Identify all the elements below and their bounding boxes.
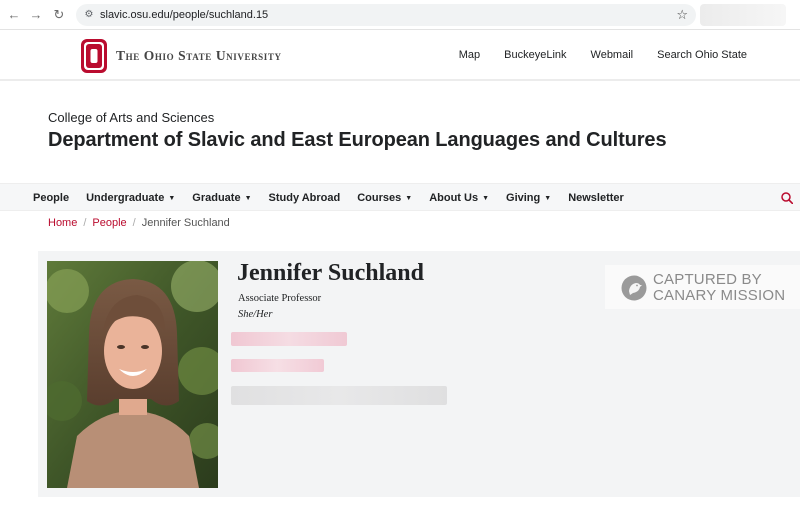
profile-title: Associate Professor — [238, 293, 322, 304]
breadcrumb-current: Jennifer Suchland — [141, 217, 230, 229]
breadcrumb: Home / People / Jennifer Suchland — [48, 217, 230, 229]
college-name[interactable]: College of Arts and Sciences — [48, 110, 214, 125]
profile-pronouns: She/Her — [238, 309, 273, 320]
nav-item-newsletter[interactable]: Newsletter — [568, 192, 624, 204]
main-navigation: People Undergraduate ▼ Graduate ▼ Study Ab… — [0, 183, 800, 211]
nav-item-people[interactable]: People — [33, 192, 69, 204]
bookmark-star-icon[interactable]: ☆ — [676, 7, 688, 23]
watermark-line-1: CAPTURED BY — [653, 271, 762, 288]
caret-down-icon: ▼ — [482, 195, 490, 202]
breadcrumb-separator: / — [132, 217, 136, 229]
osu-wordmark[interactable]: The Ohio State University — [116, 48, 282, 64]
caret-down-icon: ▼ — [544, 195, 552, 202]
nav-item-graduate[interactable]: Graduate ▼ — [192, 192, 251, 204]
url-text[interactable]: slavic.osu.edu/people/suchland.15 — [100, 8, 268, 22]
redacted-office-info — [231, 386, 447, 405]
nav-item-courses[interactable]: Courses ▼ — [357, 192, 412, 204]
watermark-line-2: CANARY MISSION — [653, 286, 786, 304]
back-arrow-icon[interactable]: ← — [6, 7, 22, 23]
osu-header: The Ohio State University Map BuckeyeLin… — [0, 31, 800, 81]
breadcrumb-people[interactable]: People — [92, 217, 126, 229]
canary-mission-watermark: CAPTURED BY CANARY MISSION — [605, 265, 800, 309]
browser-toolbar: ← → ↻ ⚙ slavic.osu.edu/people/suchland.1… — [0, 0, 800, 30]
profile-photo — [47, 261, 218, 488]
block-o-logo-icon[interactable] — [81, 39, 107, 73]
nav-item-study-abroad[interactable]: Study Abroad — [269, 192, 341, 204]
redacted-email-link[interactable] — [231, 332, 347, 346]
caret-down-icon: ▼ — [405, 195, 413, 202]
buckeyelink-link[interactable]: BuckeyeLink — [504, 49, 566, 61]
osu-global-links: Map BuckeyeLink Webmail Search Ohio Stat… — [459, 49, 747, 61]
address-bar[interactable]: ⚙ slavic.osu.edu/people/suchland.15 ☆ — [76, 4, 696, 26]
reload-icon[interactable]: ↻ — [51, 7, 67, 23]
caret-down-icon: ▼ — [168, 195, 176, 202]
search-icon[interactable] — [781, 192, 793, 204]
breadcrumb-home[interactable]: Home — [48, 217, 77, 229]
department-title[interactable]: Department of Slavic and East European L… — [48, 129, 667, 152]
nav-item-undergraduate[interactable]: Undergraduate ▼ — [86, 192, 175, 204]
caret-down-icon: ▼ — [244, 195, 252, 202]
breadcrumb-separator: / — [83, 217, 87, 229]
browser-profile-area[interactable] — [700, 4, 786, 26]
redacted-phone-link[interactable] — [231, 359, 324, 372]
profile-name: Jennifer Suchland — [237, 260, 424, 286]
canary-bird-icon — [621, 275, 647, 301]
forward-arrow-icon[interactable]: → — [28, 7, 44, 23]
site-settings-icon[interactable]: ⚙ — [82, 8, 96, 22]
search-ohio-state-link[interactable]: Search Ohio State — [657, 49, 747, 61]
nav-item-about-us[interactable]: About Us ▼ — [429, 192, 489, 204]
nav-item-giving[interactable]: Giving ▼ — [506, 192, 551, 204]
map-link[interactable]: Map — [459, 49, 480, 61]
webmail-link[interactable]: Webmail — [591, 49, 634, 61]
